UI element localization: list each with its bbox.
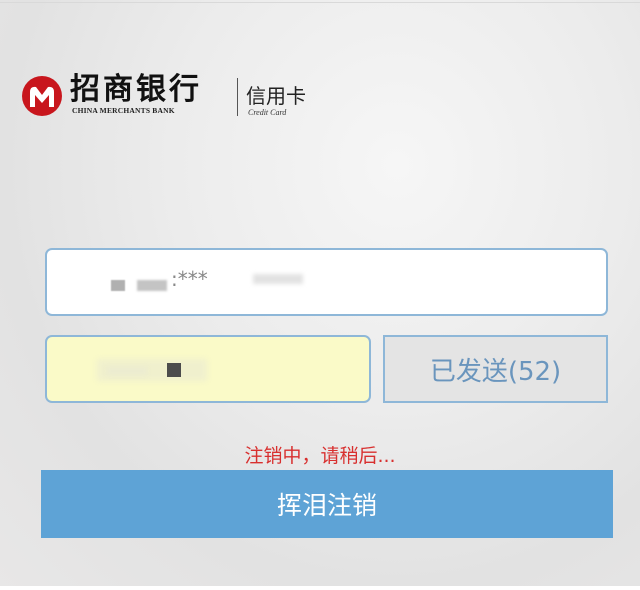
logo-credit-card-en: Credit Card	[248, 108, 287, 117]
bottom-border	[0, 586, 640, 590]
cmb-logo-icon	[22, 76, 62, 116]
redacted-mark	[111, 280, 125, 291]
logo-english-name: CHINA MERCHANTS BANK	[72, 106, 175, 115]
redacted-mark	[107, 367, 147, 375]
redacted-mark	[167, 363, 181, 377]
redacted-mark	[253, 274, 303, 284]
logo-divider	[237, 78, 238, 116]
redacted-mark	[137, 280, 167, 291]
phone-input-value: :***	[171, 267, 208, 291]
cancel-card-button[interactable]: 挥泪注销	[41, 470, 613, 538]
logo-chinese-name: 招商银行	[70, 72, 202, 107]
top-border	[0, 2, 640, 3]
verification-code-input[interactable]	[45, 335, 371, 403]
logo-credit-card-cn: 信用卡	[246, 84, 306, 108]
status-message: 注销中，请稍后...	[244, 445, 396, 467]
phone-input[interactable]: :***	[45, 248, 608, 316]
send-code-button[interactable]: 已发送(52)	[383, 335, 608, 403]
